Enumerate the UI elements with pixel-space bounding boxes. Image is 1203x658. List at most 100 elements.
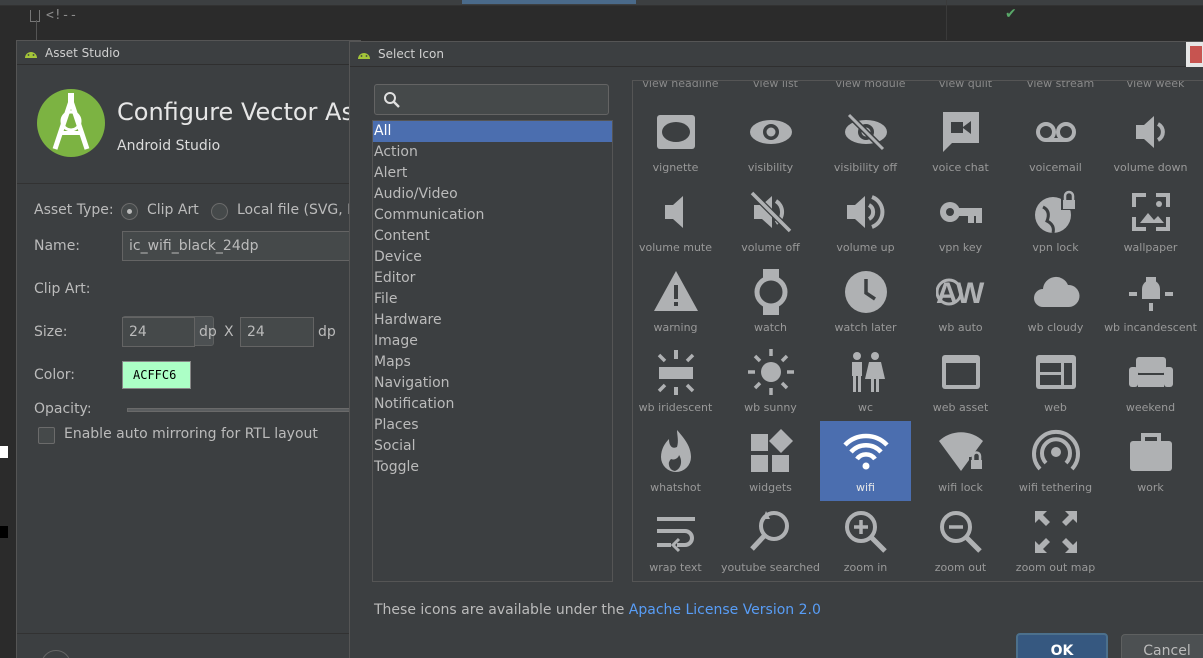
search-input[interactable]	[374, 84, 609, 115]
icon-cell-voice-chat[interactable]: voice chat	[915, 101, 1006, 181]
wrap-text-icon	[657, 517, 695, 553]
icon-label[interactable]: view headline	[633, 81, 728, 90]
help-button[interactable]	[41, 650, 71, 658]
icon-cell-wc[interactable]: wc	[820, 341, 911, 421]
category-item[interactable]: Content	[373, 226, 612, 247]
ok-button[interactable]: OK	[1016, 633, 1108, 658]
clip-art-radio[interactable]	[121, 203, 138, 220]
icon-cell-watch-later[interactable]: watch later	[820, 261, 911, 341]
category-item[interactable]: Navigation	[373, 373, 612, 394]
icon-cell-wb-incandescent[interactable]: wb incandescent	[1104, 261, 1197, 341]
category-item[interactable]: Toggle	[373, 457, 612, 478]
category-item[interactable]: File	[373, 289, 612, 310]
icon-cell-visibility[interactable]: visibility	[725, 101, 816, 181]
icon-cell-wifi-lock[interactable]: wifi lock	[915, 421, 1006, 501]
icon-cell-zoom-out[interactable]: zoom out	[915, 501, 1006, 581]
edge-marker	[0, 526, 8, 538]
local-file-radio[interactable]	[211, 203, 228, 220]
category-item[interactable]: Social	[373, 436, 612, 457]
icon-cell-volume-off[interactable]: volume off	[725, 181, 816, 261]
icon-cell-weekend[interactable]: weekend	[1105, 341, 1196, 421]
android-icon	[358, 53, 370, 59]
category-item[interactable]: Image	[373, 331, 612, 352]
icon-cell-wb-iridescent[interactable]: wb iridescent	[633, 341, 721, 421]
icon-cell-youtube-searched-for[interactable]: youtube searched for	[721, 501, 820, 581]
icon-cell-wb-cloudy[interactable]: wb cloudy	[1010, 261, 1101, 341]
category-item[interactable]: Communication	[373, 205, 612, 226]
icon-cell-vpn-lock[interactable]: vpn lock	[1010, 181, 1101, 261]
category-item[interactable]: Notification	[373, 394, 612, 415]
icon-label: visibility off	[833, 161, 898, 174]
icon-cell-volume-up[interactable]: volume up	[820, 181, 911, 261]
auto-mirror-checkbox[interactable]	[38, 427, 55, 444]
icon-label[interactable]: view module	[823, 81, 918, 90]
icon-label: volume up	[836, 241, 895, 254]
editor-active-tab[interactable]	[462, 0, 636, 4]
color-label: Color:	[34, 367, 76, 383]
select-icon-titlebar[interactable]: Select Icon	[350, 42, 1203, 67]
window-controls	[1186, 42, 1203, 67]
icon-cell-zoom-out-map[interactable]: zoom out map	[1010, 501, 1101, 581]
category-item[interactable]: Places	[373, 415, 612, 436]
watch-icon	[754, 269, 788, 315]
icon-cell-wallpaper[interactable]: wallpaper	[1105, 181, 1196, 261]
web-asset-icon	[942, 355, 980, 389]
asset-studio-titlebar[interactable]: Asset Studio	[17, 41, 360, 65]
icon-cell-web[interactable]: web	[1010, 341, 1101, 421]
icon-label[interactable]: view week	[1108, 81, 1203, 90]
category-item[interactable]: All	[373, 121, 612, 142]
icon-label[interactable]: view list	[728, 81, 823, 90]
category-item[interactable]: Device	[373, 247, 612, 268]
category-item[interactable]: Action	[373, 142, 612, 163]
category-item[interactable]: Maps	[373, 352, 612, 373]
icon-cell-wifi[interactable]: wifi	[820, 421, 911, 501]
icon-label: wb incandescent	[1104, 321, 1197, 334]
icon-cell-watch[interactable]: watch	[725, 261, 816, 341]
local-file-radio-label[interactable]: Local file (SVG, PSD)	[237, 202, 361, 218]
wb-cloudy-icon	[1034, 276, 1080, 307]
icon-cell-voicemail[interactable]: voicemail	[1010, 101, 1101, 181]
name-input[interactable]: ic_wifi_black_24dp	[122, 231, 362, 261]
icon-label: wrap text	[649, 561, 702, 574]
clip-art-radio-label[interactable]: Clip Art	[147, 202, 199, 218]
color-swatch-button[interactable]: ACFFC6	[122, 361, 191, 389]
asset-studio-window: Asset Studio Configure Vector Asset Andr…	[16, 40, 391, 658]
license-text: These icons are available under the Apac…	[374, 602, 821, 618]
opacity-slider[interactable]	[127, 408, 360, 412]
icon-label[interactable]: view quilt	[918, 81, 1013, 90]
icon-cell-volume-down[interactable]: volume down	[1105, 101, 1196, 181]
license-link[interactable]: Apache License Version 2.0	[629, 602, 821, 618]
fold-marker-icon[interactable]	[30, 10, 40, 22]
editor-code-line[interactable]: <!--	[46, 8, 77, 23]
auto-mirror-label[interactable]: Enable auto mirroring for RTL layout	[64, 426, 318, 442]
icon-cell-wb-auto[interactable]: AW wb auto	[915, 261, 1006, 341]
size-width-input[interactable]: 24	[122, 317, 195, 347]
icon-cell-visibility-off[interactable]: visibility off	[820, 101, 911, 181]
icon-cell-whatshot[interactable]: whatshot	[633, 421, 721, 501]
icon-label: zoom out map	[1015, 561, 1096, 574]
icon-cell-vignette[interactable]: vignette	[633, 101, 721, 181]
category-item[interactable]: Editor	[373, 268, 612, 289]
icon-cell-warning[interactable]: warning	[633, 261, 721, 341]
icon-grid-partial-row: view headline view list view module view qu…	[633, 81, 1203, 93]
icon-cell-wrap-text[interactable]: wrap text	[633, 501, 721, 581]
category-item[interactable]: Hardware	[373, 310, 612, 331]
voicemail-icon	[1036, 122, 1076, 142]
category-item[interactable]: Audio/Video	[373, 184, 612, 205]
icon-cell-volume-mute[interactable]: volume mute	[633, 181, 721, 261]
work-icon	[1130, 433, 1172, 471]
icon-cell-work[interactable]: work	[1105, 421, 1196, 501]
icon-cell-wifi-tethering[interactable]: wifi tethering	[1010, 421, 1101, 501]
icon-label: wb iridescent	[638, 401, 713, 414]
cancel-button[interactable]: Cancel	[1121, 634, 1203, 658]
icon-cell-web-asset[interactable]: web asset	[915, 341, 1006, 421]
category-item[interactable]: Alert	[373, 163, 612, 184]
size-height-input[interactable]: 24	[240, 317, 314, 347]
icon-cell-vpn-key[interactable]: vpn key	[915, 181, 1006, 261]
close-icon[interactable]	[1190, 46, 1202, 63]
icon-cell-widgets[interactable]: widgets	[725, 421, 816, 501]
icon-cell-wb-sunny[interactable]: wb sunny	[725, 341, 816, 421]
icon-cell-zoom-in[interactable]: zoom in	[820, 501, 911, 581]
icon-label[interactable]: view stream	[1013, 81, 1108, 90]
icon-label: watch later	[834, 321, 897, 334]
